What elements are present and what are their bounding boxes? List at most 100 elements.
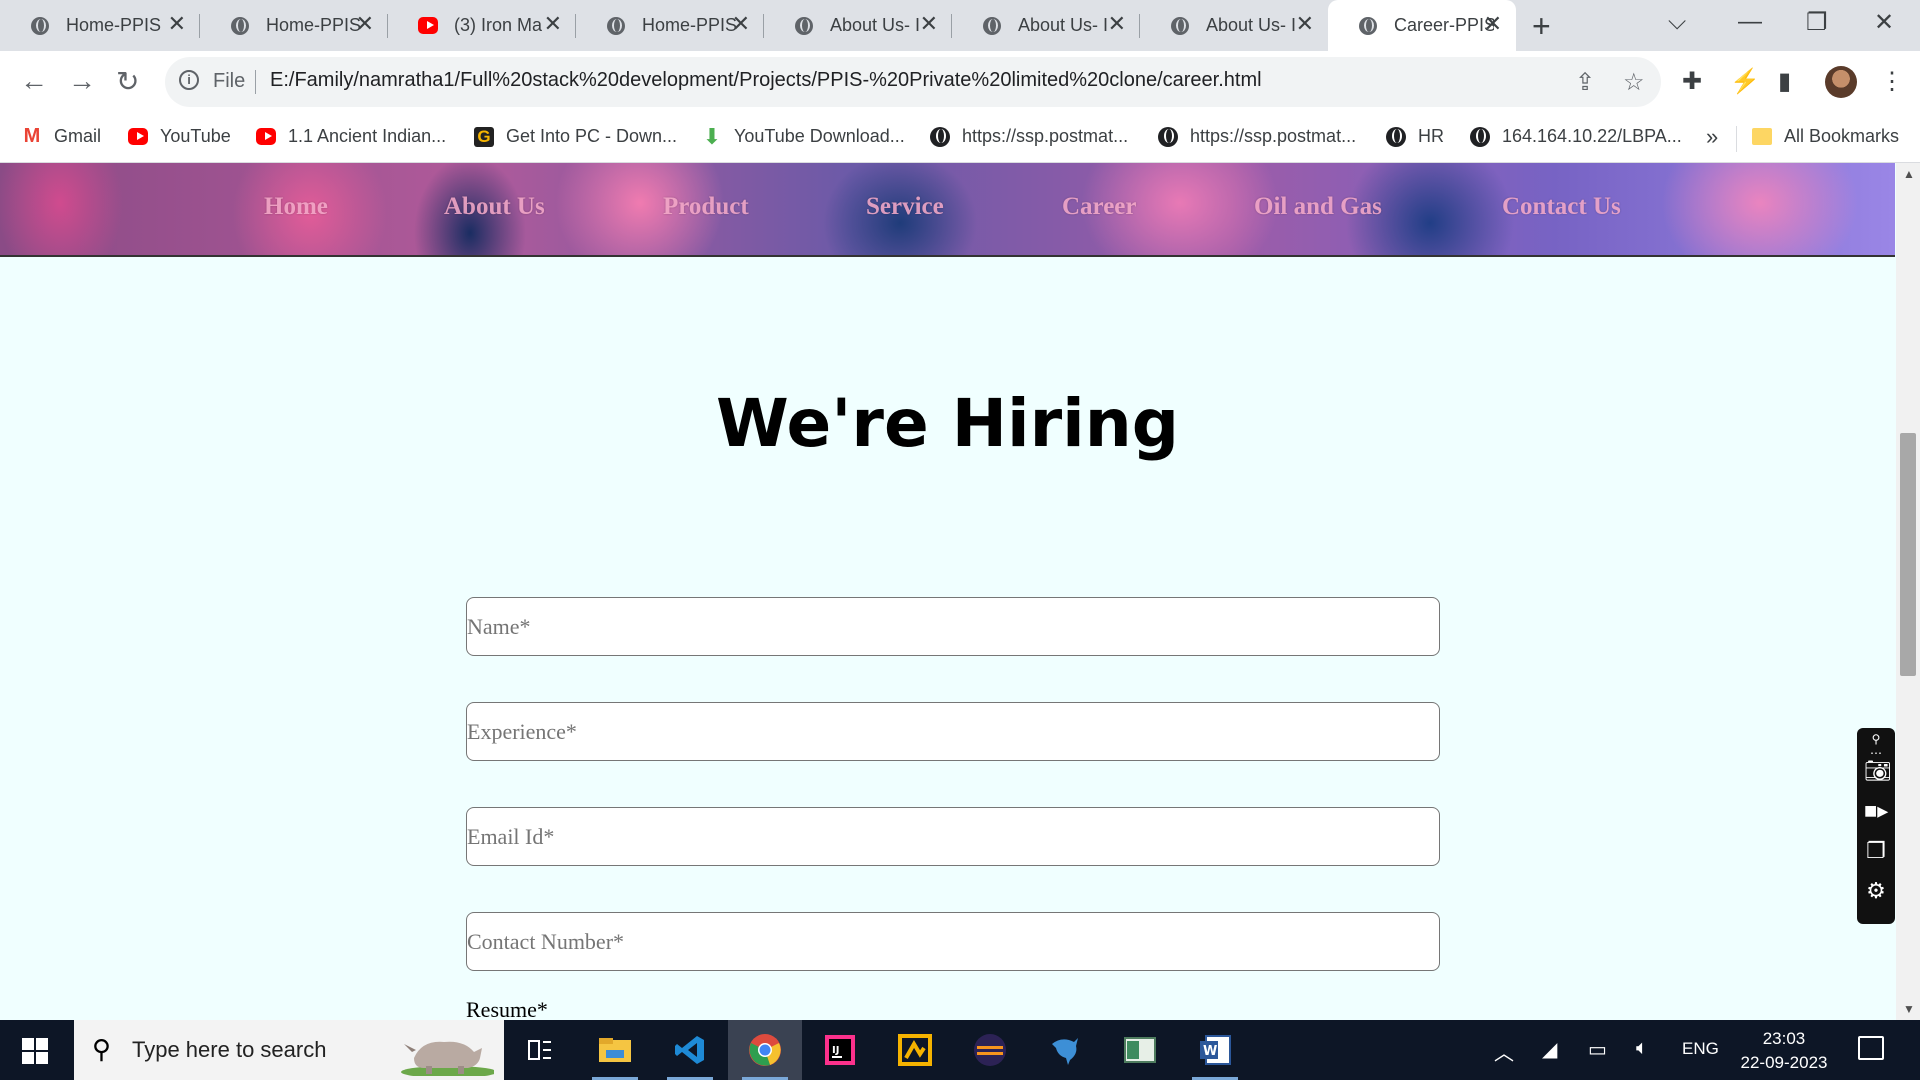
nav-contact-us[interactable]: Contact Us — [1502, 193, 1621, 221]
scheme-label: File — [213, 70, 246, 92]
chrome-icon[interactable] — [728, 1020, 802, 1080]
close-window-icon[interactable]: ✕ — [1874, 8, 1894, 37]
bookmark-get-into-pc[interactable]: G Get Into PC - Down... — [474, 126, 677, 147]
svg-text:W: W — [1203, 1044, 1217, 1059]
tab-title: About Us- I — [1206, 15, 1297, 35]
taskbar-clock[interactable]: 23:03 22-09-2023 — [1734, 1027, 1834, 1075]
tab-title: (3) Iron Ma — [454, 15, 543, 35]
share-icon[interactable]: ⇪ — [1575, 68, 1595, 97]
screen-capture-toolbar: ⚲ ⋯ 📷︎ ■▸ ❐ ⚙ — [1857, 728, 1895, 924]
close-icon[interactable]: ✕ — [356, 13, 374, 35]
network-icon[interactable]: ◢ — [1542, 1037, 1557, 1062]
nav-product[interactable]: Product — [663, 193, 749, 221]
tab-about-us-3[interactable]: About Us- I ✕ — [1140, 0, 1328, 51]
extensions-icon[interactable]: ✚ — [1682, 67, 1702, 96]
tab-home-ppis-2[interactable]: Home-PPIS ✕ — [200, 0, 388, 51]
close-icon[interactable]: ✕ — [1108, 13, 1126, 35]
tab-title: Home-PPIS — [266, 15, 362, 35]
bookmark-ssp-postmat-2[interactable]: https://ssp.postmat... — [1158, 126, 1356, 147]
bookmark-gmail[interactable]: M Gmail — [22, 125, 101, 147]
bookmark-ancient-indian[interactable]: 1.1 Ancient Indian... — [256, 126, 446, 147]
notifications-icon[interactable] — [1858, 1036, 1884, 1060]
tab-about-us-1[interactable]: About Us- I ✕ — [764, 0, 952, 51]
intellij-icon[interactable]: IJ — [803, 1020, 877, 1080]
mysql-workbench-icon[interactable] — [1028, 1020, 1102, 1080]
nav-oil-and-gas[interactable]: Oil and Gas — [1254, 193, 1382, 221]
close-icon[interactable]: ✕ — [1484, 13, 1502, 35]
close-icon[interactable]: ✕ — [1296, 13, 1314, 35]
eclipse-icon[interactable] — [953, 1020, 1027, 1080]
bookmark-star-icon[interactable]: ☆ — [1623, 68, 1645, 97]
reload-icon[interactable]: ↻ — [116, 65, 139, 98]
taskbar-search[interactable]: ⚲ Type here to search — [74, 1020, 504, 1080]
tab-career-ppis[interactable]: Career-PPIS ✕ — [1328, 0, 1516, 51]
bookmark-lbpa[interactable]: 164.164.10.22/LBPA... — [1470, 126, 1682, 147]
new-tab-icon[interactable]: + — [1532, 8, 1551, 45]
profile-avatar[interactable] — [1825, 66, 1857, 98]
side-panel-icon[interactable]: ▮ — [1778, 67, 1791, 96]
forward-icon[interactable]: → — [68, 65, 96, 97]
tab-home-ppis-3[interactable]: Home-PPIS ✕ — [576, 0, 764, 51]
volume-icon[interactable]: 🔈︎ — [1636, 1037, 1648, 1060]
windows-start-icon[interactable] — [22, 1038, 48, 1064]
rhino-illustration — [401, 1041, 494, 1076]
file-explorer-icon[interactable] — [578, 1020, 652, 1080]
search-placeholder: Type here to search — [132, 1037, 327, 1062]
word-icon[interactable]: W — [1178, 1020, 1252, 1080]
scroll-down-arrow-icon[interactable]: ▼ — [1903, 1002, 1915, 1016]
app-icon[interactable] — [878, 1020, 952, 1080]
bookmark-youtube-download[interactable]: ⬇ YouTube Download... — [702, 124, 905, 149]
bookmarks-overflow-icon[interactable]: » — [1706, 124, 1718, 150]
bookmarks-bar: M Gmail YouTube 1.1 Ancient Indian... G … — [0, 114, 1920, 163]
experience-field[interactable] — [466, 702, 1440, 761]
browser-toolbar: ← → ↻ i File E:/Family/namratha1/Full%20… — [0, 51, 1920, 114]
capture-menu-icon[interactable]: ⚲ ⋯ — [1864, 732, 1888, 760]
all-bookmarks[interactable]: All Bookmarks — [1752, 126, 1899, 147]
nav-home[interactable]: Home — [264, 193, 328, 221]
show-hidden-icons-chevron-icon[interactable]: ︿ — [1494, 1037, 1514, 1066]
nav-about-us[interactable]: About Us — [444, 193, 545, 221]
close-icon[interactable]: ✕ — [168, 13, 186, 35]
bookmark-label: HR — [1418, 126, 1444, 146]
back-icon[interactable]: ← — [20, 65, 48, 97]
bookmark-youtube[interactable]: YouTube — [128, 126, 231, 147]
restore-icon[interactable]: ❐ — [1806, 8, 1828, 37]
settings-gear-icon[interactable]: ⚙ — [1864, 878, 1888, 904]
close-icon[interactable]: ✕ — [544, 13, 562, 35]
contact-number-field[interactable] — [466, 912, 1440, 971]
page-scrollbar[interactable]: ▲ ▼ — [1896, 163, 1920, 1020]
scroll-thumb[interactable] — [1900, 433, 1916, 676]
bookmark-hr[interactable]: HR — [1386, 126, 1444, 147]
nav-career[interactable]: Career — [1062, 193, 1137, 221]
globe-icon — [606, 16, 626, 36]
close-icon[interactable]: ✕ — [732, 13, 750, 35]
task-view-icon[interactable] — [503, 1020, 577, 1080]
close-icon[interactable]: ✕ — [920, 13, 938, 35]
performance-icon[interactable]: ⚡ — [1730, 67, 1760, 96]
notepad-icon[interactable] — [1103, 1020, 1177, 1080]
video-camera-icon[interactable]: ■▸ — [1864, 798, 1888, 824]
url-text[interactable]: E:/Family/namratha1/Full%20stack%20devel… — [270, 69, 1262, 92]
nav-service[interactable]: Service — [866, 193, 944, 221]
vscode-icon[interactable] — [653, 1020, 727, 1080]
language-indicator[interactable]: ENG — [1682, 1039, 1719, 1059]
page-viewport: Home About Us Product Service Career Oil… — [0, 163, 1896, 1020]
minimize-icon[interactable]: — — [1738, 8, 1762, 36]
tab-youtube-iron-man[interactable]: (3) Iron Ma ✕ — [388, 0, 576, 51]
info-icon[interactable]: i — [179, 70, 199, 90]
scroll-up-arrow-icon[interactable]: ▲ — [1903, 167, 1915, 181]
menu-kebab-icon[interactable]: ⋮ — [1880, 67, 1904, 96]
window-capture-icon[interactable]: ❐ — [1864, 838, 1888, 864]
all-bookmarks-label: All Bookmarks — [1784, 126, 1900, 146]
tab-search-chevron-icon[interactable]: ⌵ — [1668, 8, 1686, 36]
tab-about-us-2[interactable]: About Us- I ✕ — [952, 0, 1140, 51]
page-title: We're Hiring — [716, 385, 1179, 462]
tab-home-ppis-1[interactable]: Home-PPIS ✕ — [0, 0, 200, 51]
camera-icon[interactable]: 📷︎ — [1864, 758, 1892, 784]
globe-icon — [1170, 16, 1190, 36]
email-field[interactable] — [466, 807, 1440, 866]
address-bar[interactable]: i File E:/Family/namratha1/Full%20stack%… — [165, 57, 1661, 107]
bookmark-ssp-postmat-1[interactable]: https://ssp.postmat... — [930, 126, 1128, 147]
name-field[interactable] — [466, 597, 1440, 656]
battery-icon[interactable]: ▭ — [1588, 1037, 1607, 1062]
